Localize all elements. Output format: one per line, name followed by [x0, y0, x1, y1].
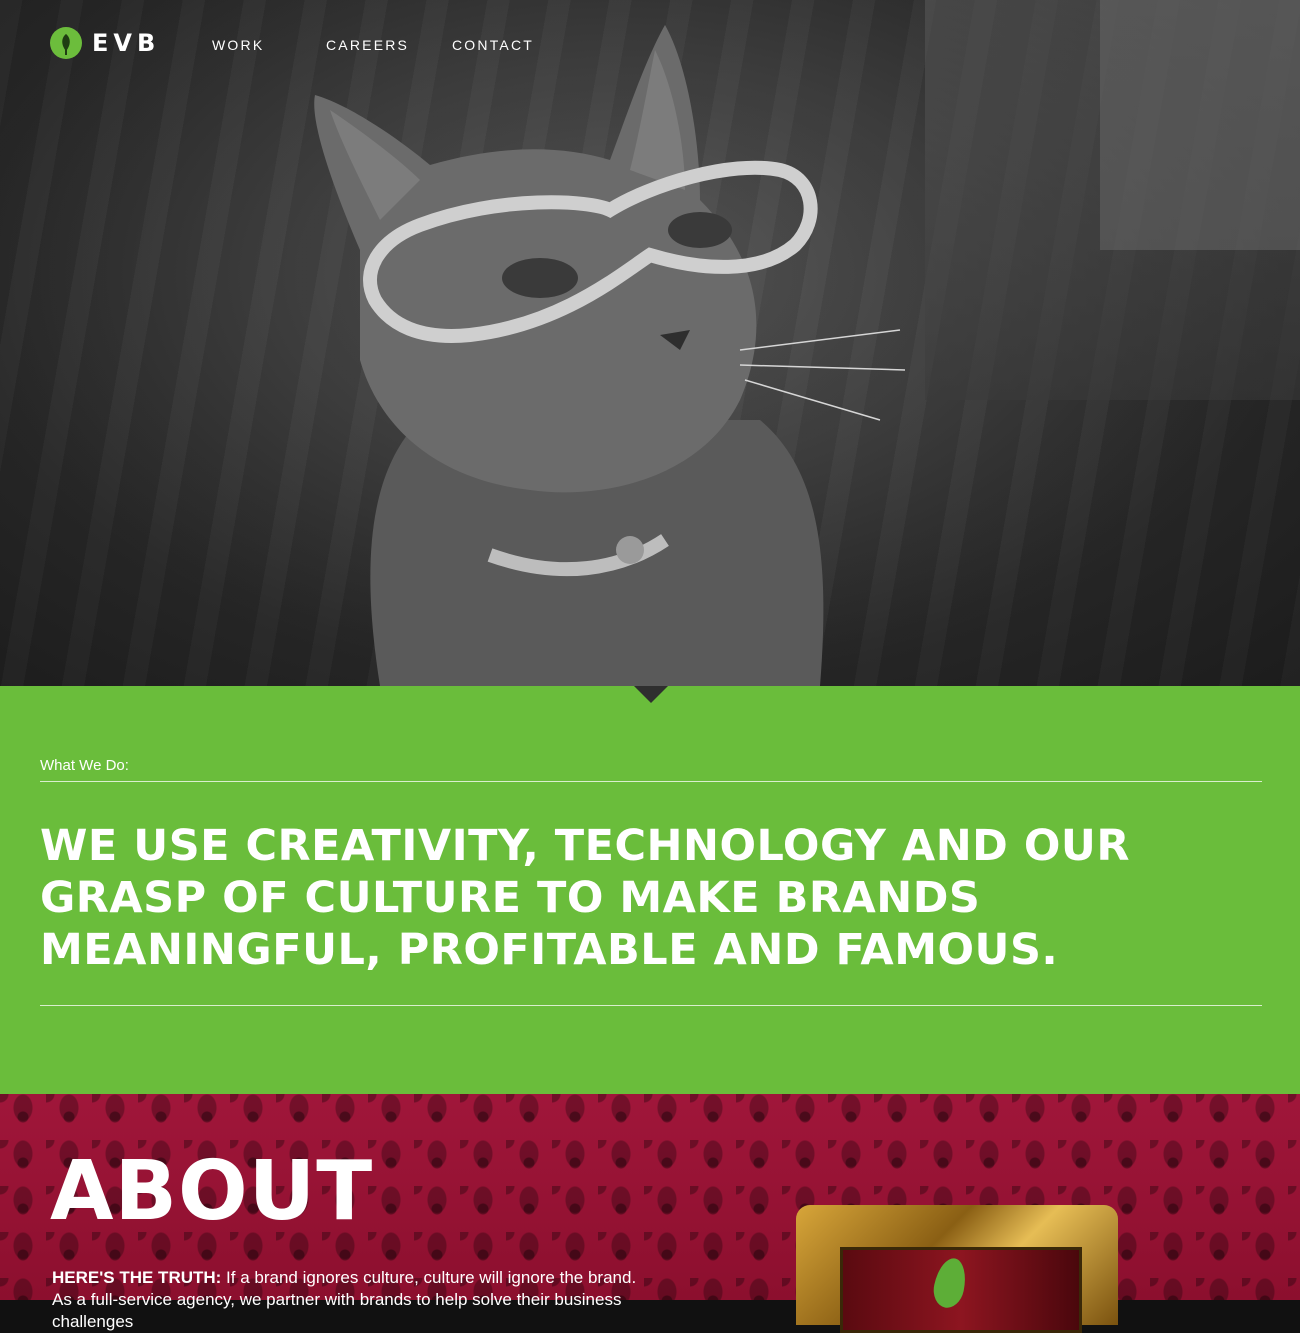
cat-illustration	[314, 25, 906, 686]
nav-careers[interactable]: CAREERS	[326, 37, 409, 53]
nav-work[interactable]: WORK	[212, 37, 264, 53]
what-we-do-kicker: What We Do:	[40, 757, 129, 774]
about-lead: HERE'S THE TRUTH:	[52, 1268, 222, 1287]
divider-top	[40, 781, 1262, 782]
evb-logo[interactable]: EVB	[50, 26, 160, 60]
divider-bottom	[40, 1005, 1262, 1006]
logo-text: EVB	[92, 29, 161, 57]
top-navigation: EVB WORK CAREERS CONTACT	[0, 0, 1300, 90]
leaf-logo-icon	[50, 27, 82, 59]
hero-image	[0, 0, 1300, 686]
about-title: ABOUT	[50, 1144, 374, 1239]
nav-contact[interactable]: CONTACT	[452, 37, 534, 53]
what-we-do-headline: WE USE CREATIVITY, TECHNOLOGY AND OUR GR…	[40, 821, 1130, 975]
section-pointer	[634, 686, 668, 703]
about-paragraph: HERE'S THE TRUTH: If a brand ignores cul…	[52, 1267, 652, 1333]
